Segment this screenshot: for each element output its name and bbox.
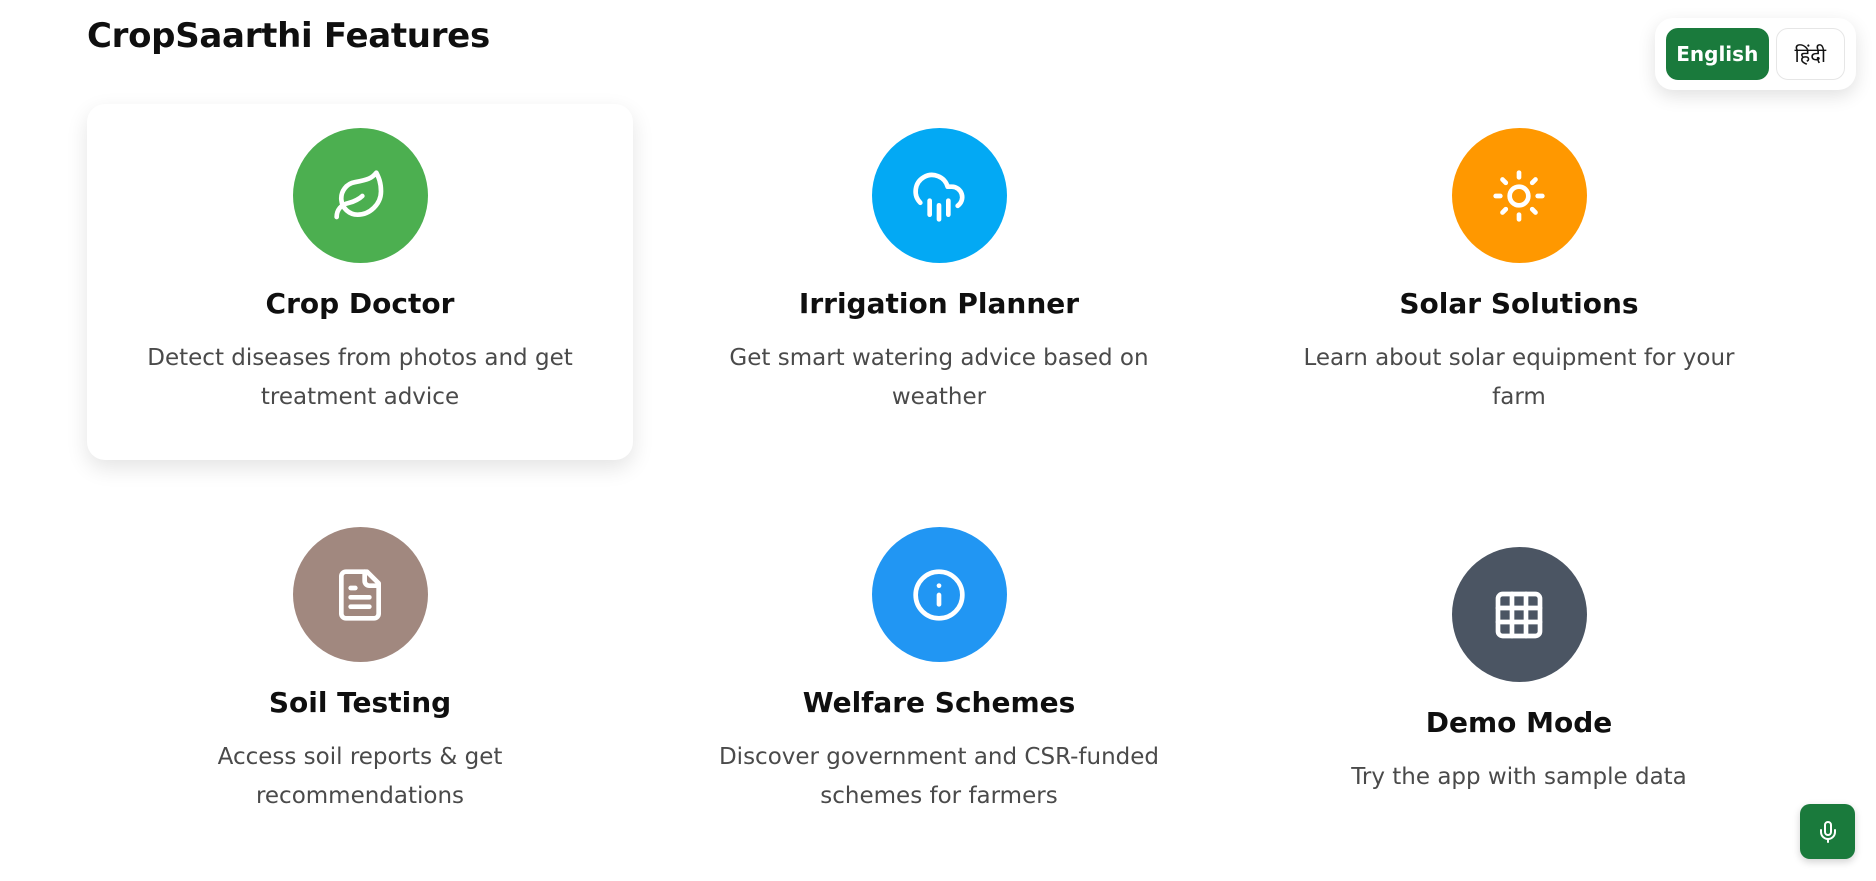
feature-description: Discover government and CSR-funded schem… <box>718 743 1160 809</box>
page-title: CropSaarthi Features <box>87 16 490 56</box>
feature-description: Learn about solar equipment for your far… <box>1303 344 1735 410</box>
feature-title: Welfare Schemes <box>802 686 1076 719</box>
feature-title: Irrigation Planner <box>798 287 1080 320</box>
document-icon <box>292 527 428 662</box>
microphone-icon <box>1816 820 1840 844</box>
feature-title: Solar Solutions <box>1399 287 1639 320</box>
language-switcher: English हिंदी <box>1655 18 1856 90</box>
feature-title: Demo Mode <box>1425 706 1613 739</box>
language-english-button[interactable]: English <box>1666 28 1769 80</box>
sun-icon <box>1451 128 1587 263</box>
feature-card-welfare-schemes[interactable]: Welfare Schemes Discover government and … <box>666 503 1212 843</box>
cloud-rain-icon <box>871 128 1007 263</box>
info-icon <box>871 527 1007 662</box>
leaf-icon <box>292 128 428 263</box>
feature-description: Get smart watering advice based on weath… <box>729 344 1149 410</box>
feature-card-solar-solutions[interactable]: Solar Solutions Learn about solar equipm… <box>1246 104 1792 460</box>
feature-card-demo-mode[interactable]: Demo Mode Try the app with sample data <box>1246 523 1792 823</box>
language-hindi-button[interactable]: हिंदी <box>1775 28 1845 80</box>
feature-title: Soil Testing <box>268 686 452 719</box>
feature-card-irrigation-planner[interactable]: Irrigation Planner Get smart watering ad… <box>666 104 1212 460</box>
feature-description: Access soil reports & get recommendation… <box>217 743 503 809</box>
grid-icon <box>1451 547 1587 682</box>
feature-description: Try the app with sample data <box>1351 763 1687 790</box>
voice-input-button[interactable] <box>1800 804 1855 859</box>
feature-card-crop-doctor[interactable]: Crop Doctor Detect diseases from photos … <box>87 104 633 460</box>
feature-title: Crop Doctor <box>265 287 455 320</box>
feature-card-soil-testing[interactable]: Soil Testing Access soil reports & get r… <box>87 503 633 843</box>
feature-description: Detect diseases from photos and get trea… <box>147 344 573 410</box>
